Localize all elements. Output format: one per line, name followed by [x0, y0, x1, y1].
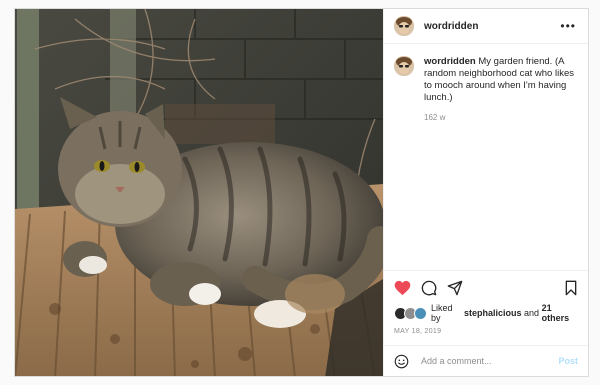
smiley-icon[interactable] — [394, 354, 409, 369]
comment-input[interactable] — [419, 355, 559, 367]
instagram-post: wordridden ••• wordridden My garden frie… — [14, 8, 589, 377]
caption-timestamp[interactable]: 162 w — [424, 113, 578, 122]
caption-text: wordridden My garden friend. (A random n… — [424, 56, 574, 104]
caption-username[interactable]: wordridden — [424, 56, 476, 67]
action-icons-row — [394, 279, 578, 297]
add-comment-bar: Post — [384, 345, 588, 376]
post-photo[interactable] — [15, 9, 383, 376]
paper-plane-icon[interactable] — [447, 280, 463, 296]
post-actions: Liked by stephalicious and 21 others MAY… — [384, 270, 588, 335]
avatar-image — [394, 16, 414, 36]
avatar-image — [394, 56, 414, 76]
likes-summary: Liked by stephalicious and 21 others — [394, 303, 578, 323]
liked-by-joiner: and — [524, 308, 540, 318]
comment-bubble-icon[interactable] — [421, 280, 437, 296]
liked-by-others[interactable]: 21 others — [542, 303, 578, 323]
cat-photo-illustration — [15, 9, 383, 376]
heart-icon[interactable] — [394, 280, 411, 296]
caption-author-avatar[interactable] — [394, 56, 414, 76]
post-comment-button[interactable]: Post — [558, 356, 578, 366]
liked-by-user[interactable]: stephalicious — [464, 308, 522, 318]
author-username[interactable]: wordridden — [424, 21, 560, 32]
more-horizontal-icon[interactable]: ••• — [560, 20, 576, 32]
comments-area: wordridden My garden friend. (A random n… — [384, 44, 588, 270]
post-header: wordridden ••• — [384, 9, 588, 44]
post-side-panel: wordridden ••• wordridden My garden frie… — [383, 9, 588, 376]
post-date[interactable]: MAY 18, 2019 — [394, 328, 578, 335]
liked-by-prefix: Liked by — [431, 303, 453, 323]
caption: wordridden My garden friend. (A random n… — [394, 56, 578, 104]
author-avatar[interactable] — [394, 16, 414, 36]
liker-avatar[interactable] — [414, 306, 427, 320]
liked-by-avatars — [394, 306, 427, 320]
bookmark-icon[interactable] — [564, 280, 578, 296]
